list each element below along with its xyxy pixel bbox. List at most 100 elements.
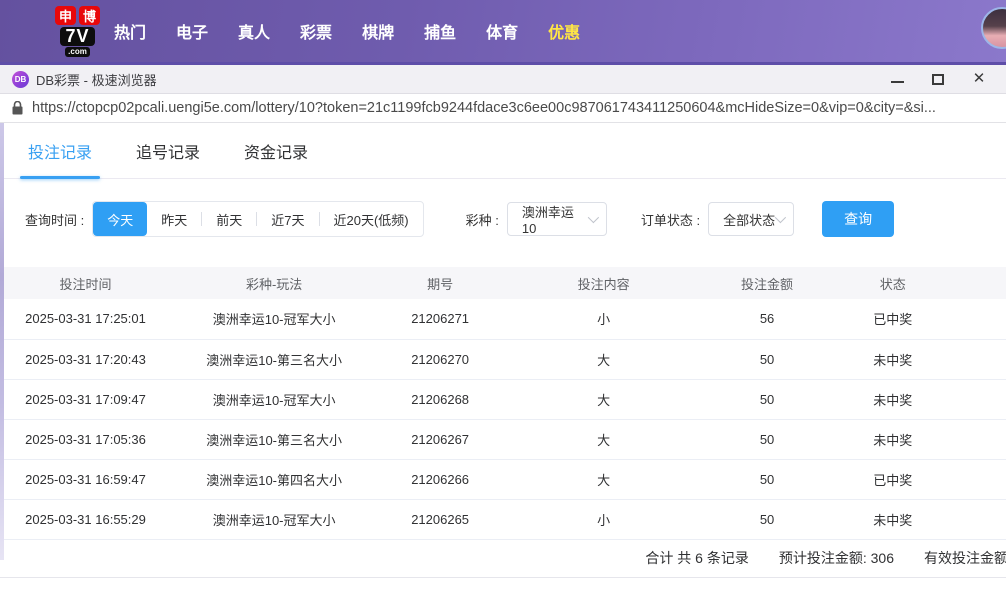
cell-content: 大	[502, 419, 705, 460]
cell-game: 澳洲幸运10-第四名大小	[171, 459, 378, 500]
column-header-3: 投注内容	[502, 267, 705, 299]
maximize-icon	[932, 73, 944, 85]
close-icon: ✕	[972, 70, 986, 87]
cell-status: 未中奖	[829, 379, 956, 420]
url-text: https://ctopcp02pcali.uengi5e.com/lotter…	[32, 100, 936, 116]
logo-7v-text: 7V	[60, 26, 95, 46]
cell-status: 未中奖	[829, 419, 956, 460]
column-header-4: 投注金额	[704, 267, 830, 299]
record-tabs: 投注记录 追号记录 资金记录	[0, 123, 1006, 179]
cell-amount: 50	[704, 499, 830, 540]
nav-item-lottery[interactable]: 彩票	[300, 19, 332, 43]
summary-expected-amount: 预计投注金额: 306	[778, 550, 894, 566]
nav-item-hot[interactable]: 热门	[114, 19, 146, 43]
time-range-group: 今天 昨天 前天 近7天 近20天(低频)	[92, 201, 424, 237]
site-logo[interactable]: 申 博 7V .com	[55, 5, 100, 57]
browser-url-bar[interactable]: https://ctopcp02pcali.uengi5e.com/lotter…	[0, 93, 1006, 123]
cell-content: 小	[502, 499, 705, 540]
close-button[interactable]: ✕	[972, 70, 986, 87]
page-content: 投注记录 追号记录 资金记录 查询时间 : 今天 昨天 前天 近7天 近20天(低频) 彩种…	[0, 123, 1006, 578]
screen: 申 博 7V .com 热门 电子 真人 彩票 棋牌 捕鱼 体育 优惠 DB DB彩票 - 极…	[0, 0, 1006, 590]
site-nav-bar: 申 博 7V .com 热门 电子 真人 彩票 棋牌 捕鱼 体育 优惠	[0, 0, 1006, 62]
nav-item-electronic[interactable]: 电子	[176, 19, 208, 43]
cell-issue: 21206267	[377, 419, 503, 460]
left-edge-scroll-strip	[0, 123, 4, 560]
bet-records-table: 投注时间 彩种-玩法 期号 投注内容 投注金额 状态 2025-03-31 17:25:0…	[0, 267, 1006, 540]
logo-badge-1: 申	[55, 5, 76, 25]
cell-content: 大	[502, 379, 705, 420]
table-header-row: 投注时间 彩种-玩法 期号 投注内容 投注金额 状态	[0, 267, 1006, 299]
summary-total-records: 合计 共 6 条记录	[645, 550, 749, 566]
window-title: DB彩票 - 极速浏览器	[36, 72, 157, 88]
chevron-down-icon	[774, 211, 787, 224]
cell-filler	[955, 419, 1006, 460]
lock-icon	[12, 101, 23, 115]
nav-item-fishing[interactable]: 捕鱼	[424, 19, 456, 43]
minimize-button[interactable]	[890, 72, 904, 86]
status-filter-label: 订单状态 :	[640, 212, 701, 228]
column-header-0: 投注时间	[0, 267, 172, 299]
cell-issue: 21206266	[377, 459, 503, 500]
cell-amount: 50	[704, 419, 830, 460]
time-option-last-20-days[interactable]: 近20天(低频)	[320, 202, 423, 236]
time-option-today[interactable]: 今天	[93, 202, 148, 236]
cell-time: 2025-03-31 17:20:43	[0, 339, 172, 380]
column-header-1: 彩种-玩法	[171, 267, 378, 299]
tab-fund-records[interactable]: 资金记录	[244, 139, 308, 178]
time-option-yesterday[interactable]: 昨天	[147, 202, 201, 236]
cell-game: 澳洲幸运10-冠军大小	[171, 379, 378, 420]
logo-badges: 申 博	[55, 5, 100, 25]
cell-filler	[955, 459, 1006, 500]
query-button[interactable]: 查询	[822, 201, 895, 237]
minimize-icon	[890, 81, 904, 83]
order-status-select[interactable]: 全部状态	[708, 202, 795, 236]
nav-item-promo[interactable]: 优惠	[548, 19, 580, 43]
cell-filler	[955, 299, 1006, 340]
tab-chase-records[interactable]: 追号记录	[136, 139, 200, 178]
table-row: 2025-03-31 17:05:36 澳洲幸运10-第三名大小 21206267 大…	[0, 419, 1006, 460]
cell-amount: 50	[704, 459, 830, 500]
time-option-last-7-days[interactable]: 近7天	[257, 202, 318, 236]
cell-time: 2025-03-31 17:25:01	[0, 299, 172, 340]
nav-item-chess[interactable]: 棋牌	[362, 19, 394, 43]
column-header-5: 状态	[829, 267, 956, 299]
cell-game: 澳洲幸运10-第三名大小	[171, 419, 378, 460]
maximize-button[interactable]	[931, 72, 945, 86]
cell-time: 2025-03-31 17:09:47	[0, 379, 172, 420]
cell-filler	[955, 379, 1006, 420]
cell-content: 大	[502, 459, 705, 500]
lottery-filter-label: 彩种 :	[465, 212, 499, 228]
column-header-2: 期号	[377, 267, 503, 299]
cell-issue: 21206265	[377, 499, 503, 540]
site-menu: 热门 电子 真人 彩票 棋牌 捕鱼 体育 优惠	[114, 19, 580, 43]
table-row: 2025-03-31 17:20:43 澳洲幸运10-第三名大小 21206270 大…	[0, 339, 1006, 380]
summary-bar: 合计 共 6 条记录 预计投注金额: 306 有效投注金额	[0, 540, 1006, 578]
cell-status: 已中奖	[829, 299, 956, 340]
column-header-filler	[955, 267, 1006, 299]
cell-content: 大	[502, 339, 705, 380]
cell-amount: 50	[704, 339, 830, 380]
lottery-select[interactable]: 澳洲幸运10	[506, 202, 607, 236]
nav-item-sports[interactable]: 体育	[486, 19, 518, 43]
browser-favicon-icon: DB	[12, 70, 29, 88]
filter-bar: 查询时间 : 今天 昨天 前天 近7天 近20天(低频) 彩种 : 澳洲幸运10 订单状…	[25, 201, 1006, 237]
nav-item-live[interactable]: 真人	[238, 19, 270, 43]
cell-content: 小	[502, 299, 705, 340]
chevron-down-icon	[587, 211, 599, 224]
user-avatar[interactable]	[981, 7, 1006, 49]
order-status-select-value: 全部状态	[723, 212, 776, 228]
table-row: 2025-03-31 17:25:01 澳洲幸运10-冠军大小 21206271 小 5…	[0, 299, 1006, 340]
table-row: 2025-03-31 16:59:47 澳洲幸运10-第四名大小 21206266 大…	[0, 459, 1006, 500]
browser-title-bar: DB DB彩票 - 极速浏览器 ✕	[0, 65, 1006, 93]
cell-status: 未中奖	[829, 499, 956, 540]
cell-time: 2025-03-31 16:59:47	[0, 459, 172, 500]
logo-com-text: .com	[65, 46, 90, 57]
table-row: 2025-03-31 17:09:47 澳洲幸运10-冠军大小 21206268 大 5…	[0, 379, 1006, 420]
tab-bet-records[interactable]: 投注记录	[19, 139, 101, 179]
time-option-day-before[interactable]: 前天	[202, 202, 256, 236]
cell-game: 澳洲幸运10-冠军大小	[171, 299, 378, 340]
cell-filler	[955, 499, 1006, 540]
cell-amount: 56	[704, 299, 830, 340]
cell-game: 澳洲幸运10-冠军大小	[171, 499, 378, 540]
window-controls: ✕	[890, 70, 994, 87]
